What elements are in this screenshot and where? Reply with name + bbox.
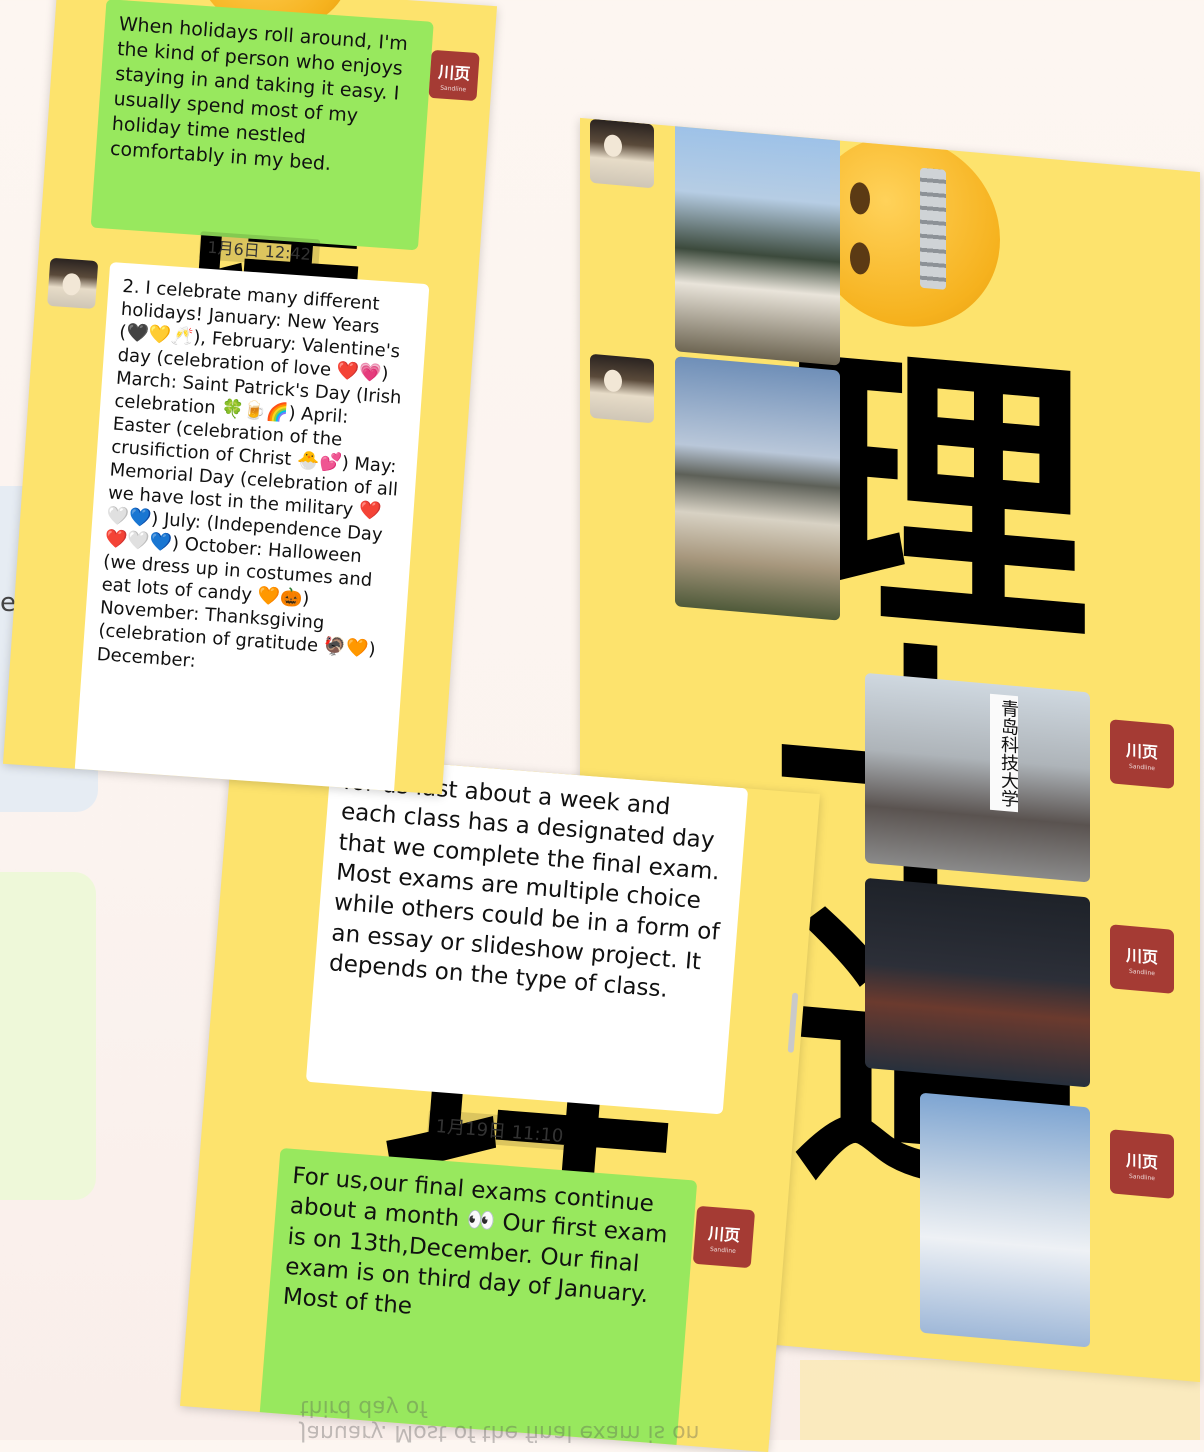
avatar-me-icon[interactable]: 川页 Sandline (1110, 719, 1174, 789)
message-bubble-incoming[interactable]: for us last about a week and each class … (305, 755, 749, 1115)
photo-beach[interactable] (675, 356, 840, 621)
chat-screenshot-holidays: 理 When holidays roll around, I'm the kin… (2, 0, 498, 795)
avatar-user-icon[interactable] (590, 353, 654, 424)
zipper-icon (920, 167, 946, 290)
avatar-me-label: 川页 (1125, 1150, 1158, 1172)
avatar-me-icon[interactable]: 川页 Sandline (1110, 1129, 1174, 1199)
emoji-eye (850, 181, 870, 216)
avatar-me-sub: Sandline (439, 84, 467, 93)
avatar-me-sub: Sandline (1129, 967, 1155, 977)
emoji-eye (850, 241, 870, 276)
scrollbar[interactable] (787, 992, 799, 1053)
chat-screenshot-exams: 理 for us last about a week and each clas… (180, 747, 820, 1452)
message-text: When holidays roll around, I'm the kind … (109, 12, 409, 176)
avatar-me-sub: Sandline (709, 1245, 737, 1255)
avatar-me-label: 川页 (707, 1223, 741, 1245)
avatar-me-label: 川页 (1125, 945, 1158, 967)
message-text: For us,our final exams continue about a … (281, 1162, 669, 1321)
background-card-green (0, 872, 96, 1200)
avatar-user-icon[interactable] (590, 118, 654, 189)
avatar-me-icon[interactable]: 川页 Sandline (692, 1205, 756, 1269)
avatar-me-label: 川页 (1125, 740, 1158, 762)
message-bubble-outgoing[interactable]: When holidays roll around, I'm the kind … (90, 0, 434, 251)
campus-sign-text: 青岛科技大学 (990, 693, 1019, 813)
avatar-user-icon[interactable] (47, 257, 99, 309)
avatar-me-sub: Sandline (1129, 1172, 1155, 1182)
avatar-me-sub: Sandline (1129, 762, 1155, 772)
reflection-panel (800, 1360, 1200, 1440)
message-text: for us last about a week and each class … (328, 768, 721, 1003)
reflection-text: January. Most of the final exam is on th… (300, 1395, 700, 1445)
photo-night-buildings[interactable] (865, 877, 1090, 1088)
message-bubble-incoming[interactable]: 2. I celebrate many different holidays! … (72, 261, 430, 795)
avatar-me-label: 川页 (437, 61, 471, 84)
avatar-me-icon[interactable]: 川页 Sandline (428, 49, 480, 102)
message-text: 2. I celebrate many different holidays! … (96, 275, 403, 672)
photo-cottage[interactable] (675, 121, 840, 366)
avatar-me-icon[interactable]: 川页 Sandline (1110, 924, 1174, 994)
photo-campus-sign[interactable]: 青岛科技大学 (865, 672, 1090, 883)
photo-sky[interactable] (920, 1092, 1090, 1348)
